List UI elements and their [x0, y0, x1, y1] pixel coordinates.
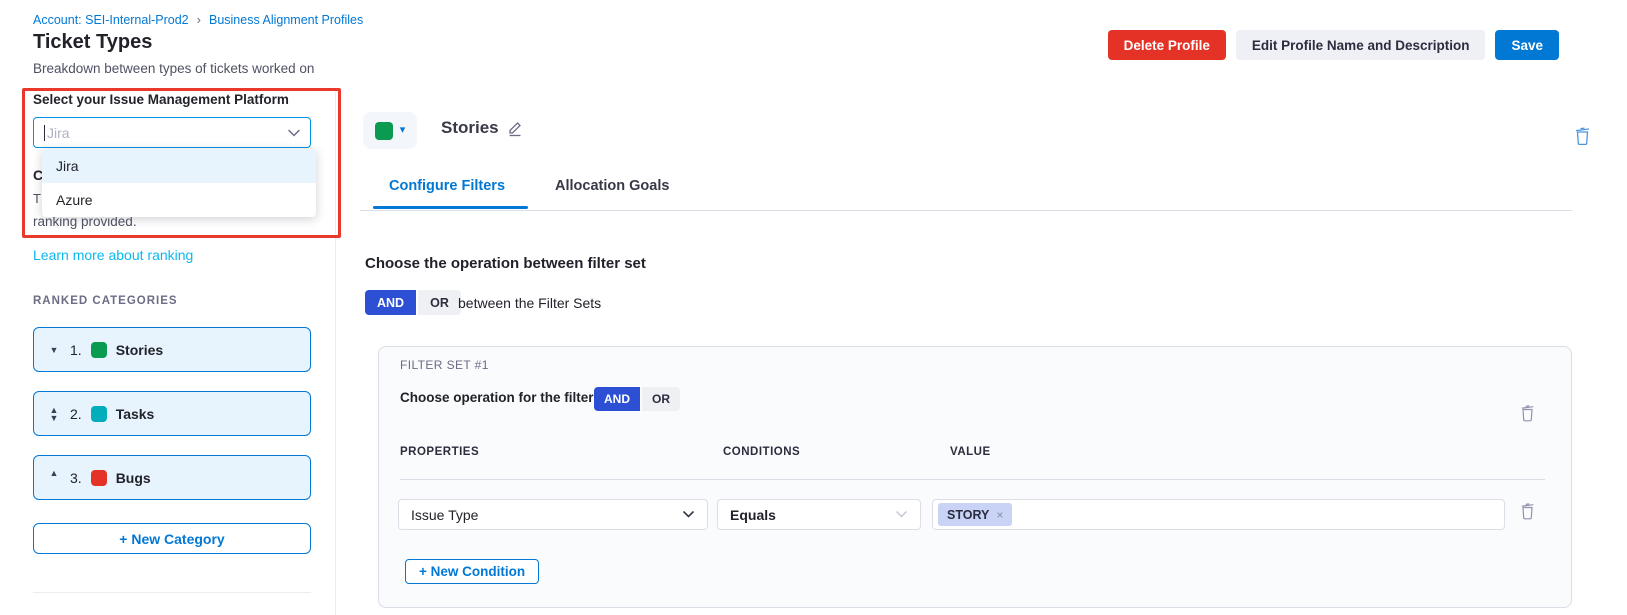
value-multiselect-input[interactable]: STORY ×: [932, 499, 1505, 530]
delete-profile-button[interactable]: Delete Profile: [1108, 30, 1226, 60]
property-select[interactable]: Issue Type: [398, 499, 708, 530]
column-header-conditions: CONDITIONS: [723, 446, 800, 458]
value-tag-story: STORY ×: [938, 503, 1012, 526]
between-filter-sets-text: between the Filter Sets: [458, 295, 601, 311]
or-toggle[interactable]: OR: [642, 387, 680, 411]
condition-select[interactable]: Equals: [717, 499, 921, 530]
condition-select-value: Equals: [730, 507, 776, 523]
active-tab-underline: [373, 206, 528, 209]
header-actions: Delete Profile Edit Profile Name and Des…: [1108, 30, 1559, 60]
category-color-swatch: [91, 342, 107, 358]
selected-color-swatch: [375, 122, 393, 140]
category-name: Stories: [116, 342, 163, 358]
category-rank: 1.: [70, 342, 82, 358]
breadcrumb-section-link[interactable]: Business Alignment Profiles: [209, 13, 363, 27]
filter-sets-andor-toggle: AND OR: [365, 290, 461, 315]
delete-category-trash-icon[interactable]: [1574, 126, 1591, 151]
category-card-bugs[interactable]: ▲ 3. Bugs: [33, 455, 311, 500]
tab-configure-filters[interactable]: Configure Filters: [389, 178, 505, 194]
chevron-down-icon: [288, 129, 300, 137]
breadcrumb-account-link[interactable]: Account: SEI-Internal-Prod2: [33, 13, 189, 27]
page-title: Ticket Types: [33, 31, 152, 54]
platform-option-azure[interactable]: Azure: [42, 183, 316, 217]
tab-allocation-goals[interactable]: Allocation Goals: [555, 178, 669, 194]
category-card-tasks[interactable]: ▲▼ 2. Tasks: [33, 391, 311, 436]
tabs-divider: [360, 210, 1572, 211]
sort-down-icon[interactable]: ▼: [47, 346, 61, 354]
breadcrumb: Account: SEI-Internal-Prod2 › Business A…: [33, 12, 363, 27]
page-subtitle: Breakdown between types of tickets worke…: [33, 61, 314, 76]
platform-select-label: Select your Issue Management Platform: [33, 92, 289, 107]
category-color-picker[interactable]: ▾: [363, 112, 417, 149]
column-header-properties: PROPERTIES: [400, 446, 479, 458]
filter-operation-heading: Choose the operation between filter set: [365, 255, 646, 272]
caret-down-icon: ▾: [400, 125, 406, 136]
new-condition-button[interactable]: + New Condition: [405, 559, 539, 584]
chevron-down-icon: [682, 510, 695, 519]
value-tag-label: STORY: [947, 508, 989, 522]
category-rank: 2.: [70, 406, 82, 422]
category-card-stories[interactable]: ▼ 1. Stories: [33, 327, 311, 372]
category-color-swatch: [91, 470, 107, 486]
platform-select-input[interactable]: Jira: [33, 117, 311, 148]
platform-dropdown-menu: Jira Azure: [42, 149, 316, 217]
category-color-swatch: [91, 406, 107, 422]
category-editor-title: Stories: [441, 118, 499, 138]
chevron-down-icon: [895, 510, 908, 519]
edit-profile-button[interactable]: Edit Profile Name and Description: [1236, 30, 1486, 60]
column-header-value: VALUE: [950, 446, 991, 458]
delete-condition-trash-icon[interactable]: [1520, 502, 1535, 525]
remove-tag-icon[interactable]: ×: [996, 508, 1003, 522]
platform-option-jira[interactable]: Jira: [42, 149, 316, 183]
save-button[interactable]: Save: [1495, 30, 1559, 60]
filter-operation-label: Choose operation for the filters: [400, 390, 601, 405]
filter-set-panel: [378, 346, 1572, 608]
sort-up-down-icon[interactable]: ▲▼: [47, 406, 61, 422]
breadcrumb-chevron-icon: ›: [197, 12, 201, 27]
learn-more-ranking-link[interactable]: Learn more about ranking: [33, 247, 193, 263]
text-cursor: [44, 125, 45, 141]
sidebar-divider: [33, 592, 311, 593]
sort-up-icon[interactable]: ▲: [47, 469, 61, 477]
filter-set-title: FILTER SET #1: [400, 358, 489, 372]
platform-input-placeholder: Jira: [47, 125, 70, 141]
property-select-value: Issue Type: [411, 507, 478, 523]
and-toggle[interactable]: AND: [594, 387, 640, 411]
obscured-line-fragment: T: [33, 191, 41, 206]
delete-filter-set-trash-icon[interactable]: [1520, 404, 1535, 427]
column-header-divider: [400, 479, 1545, 480]
screen: Account: SEI-Internal-Prod2 › Business A…: [0, 0, 1627, 615]
category-rank: 3.: [70, 470, 82, 486]
ranked-categories-heading: RANKED CATEGORIES: [33, 295, 178, 307]
filters-andor-toggle: AND OR: [594, 387, 680, 411]
category-name: Bugs: [116, 470, 151, 486]
or-toggle[interactable]: OR: [418, 290, 461, 315]
edit-pencil-icon[interactable]: [506, 119, 524, 142]
category-name: Tasks: [116, 406, 155, 422]
and-toggle[interactable]: AND: [365, 290, 416, 315]
sidebar-vertical-divider: [335, 88, 336, 615]
new-category-button[interactable]: + New Category: [33, 523, 311, 554]
